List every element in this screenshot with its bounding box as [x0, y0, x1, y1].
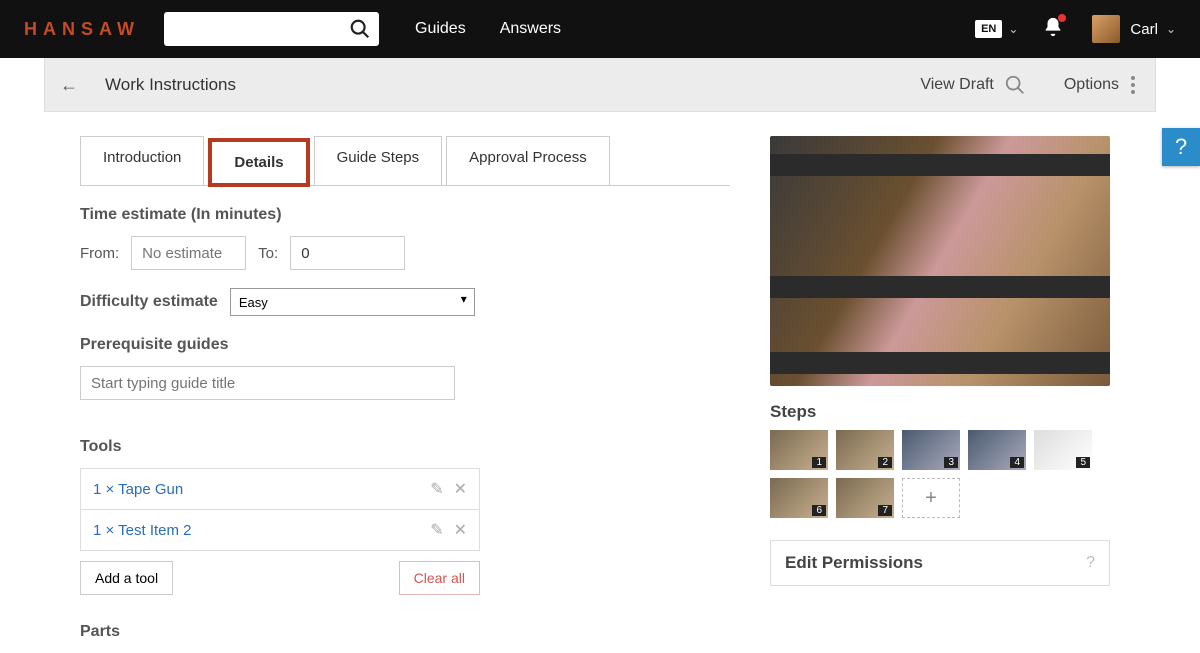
permissions-help-icon[interactable]: ? [1086, 554, 1095, 572]
help-tab-button[interactable]: ? [1162, 128, 1200, 166]
view-draft-link[interactable]: View Draft [920, 76, 994, 94]
search-wrap [164, 12, 379, 46]
tab-guide-steps[interactable]: Guide Steps [314, 136, 443, 185]
notification-dot-icon [1058, 14, 1066, 22]
parts-label: Parts [80, 623, 730, 641]
clear-tools-button[interactable]: Clear all [399, 561, 480, 595]
add-tool-button[interactable]: Add a tool [80, 561, 173, 595]
tool-item: 1 × Tape Gun ✎ ✕ [81, 469, 479, 510]
tabs: Introduction Details Guide Steps Approva… [80, 136, 730, 186]
tab-details[interactable]: Details [208, 138, 309, 187]
step-thumb[interactable]: 6 [770, 478, 828, 518]
back-arrow-icon[interactable]: ← [60, 75, 78, 96]
time-estimate-heading: Time estimate (In minutes) [80, 206, 730, 224]
details-form: Introduction Details Guide Steps Approva… [80, 136, 730, 653]
tools-label: Tools [80, 438, 730, 456]
remove-tool-icon[interactable]: ✕ [454, 520, 467, 540]
edit-tool-icon[interactable]: ✎ [430, 479, 443, 499]
user-name[interactable]: Carl [1130, 21, 1158, 38]
preview-search-icon[interactable] [1004, 74, 1026, 96]
prereq-label: Prerequisite guides [80, 336, 730, 354]
brand-logo: HANSAW [24, 19, 140, 40]
tools-list: 1 × Tape Gun ✎ ✕ 1 × Test Item 2 ✎ ✕ [80, 468, 480, 551]
notifications-bell-icon[interactable] [1042, 16, 1064, 43]
search-icon[interactable] [349, 18, 371, 40]
page-title: Work Instructions [105, 75, 236, 95]
user-menu-chevron-icon[interactable]: ⌄ [1166, 22, 1176, 36]
language-chevron-icon[interactable]: ⌄ [1008, 22, 1018, 36]
from-input[interactable] [131, 236, 246, 270]
edit-tool-icon[interactable]: ✎ [430, 520, 443, 540]
step-thumbnails: 1 2 3 4 5 6 7 + [770, 430, 1110, 518]
nav-answers[interactable]: Answers [500, 20, 561, 38]
sub-header: Work Instructions View Draft Options [44, 58, 1156, 112]
step-thumb[interactable]: 5 [1034, 430, 1092, 470]
to-label: To: [258, 245, 278, 262]
step-thumb[interactable]: 4 [968, 430, 1026, 470]
difficulty-label: Difficulty estimate [80, 293, 218, 311]
edit-permissions-panel[interactable]: Edit Permissions ? [770, 540, 1110, 586]
search-input[interactable] [164, 12, 379, 46]
prereq-input[interactable] [80, 366, 455, 400]
options-kebab-icon[interactable] [1131, 76, 1135, 94]
tool-link[interactable]: 1 × Tape Gun [93, 481, 430, 498]
step-thumb[interactable]: 1 [770, 430, 828, 470]
step-thumb[interactable]: 3 [902, 430, 960, 470]
nav-guides[interactable]: Guides [415, 20, 466, 38]
tool-item: 1 × Test Item 2 ✎ ✕ [81, 510, 479, 551]
difficulty-select[interactable]: Easy [230, 288, 475, 316]
add-step-button[interactable]: + [902, 478, 960, 518]
options-link[interactable]: Options [1064, 76, 1119, 94]
tab-approval-process[interactable]: Approval Process [446, 136, 610, 185]
guide-hero-image[interactable] [770, 136, 1110, 386]
top-nav: HANSAW Guides Answers EN ⌄ Carl ⌄ [0, 0, 1200, 58]
steps-heading: Steps [770, 402, 1110, 422]
edit-permissions-title: Edit Permissions [785, 553, 923, 573]
from-label: From: [80, 245, 119, 262]
to-input[interactable] [290, 236, 405, 270]
user-avatar[interactable] [1092, 15, 1120, 43]
right-panel: Steps 1 2 3 4 5 6 7 + Edit Permissions ? [770, 136, 1110, 653]
step-thumb[interactable]: 2 [836, 430, 894, 470]
tool-link[interactable]: 1 × Test Item 2 [93, 522, 430, 539]
step-thumb[interactable]: 7 [836, 478, 894, 518]
remove-tool-icon[interactable]: ✕ [454, 479, 467, 499]
language-badge[interactable]: EN [975, 20, 1002, 38]
tab-introduction[interactable]: Introduction [80, 136, 204, 185]
